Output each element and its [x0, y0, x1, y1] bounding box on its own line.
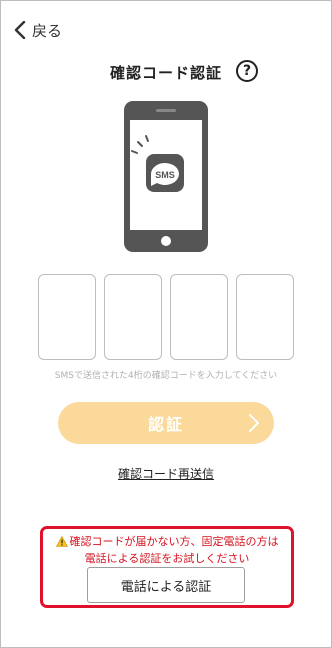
- notice-message: 確認コードが届かない方、固定電話の方は 電話による認証をお試しください: [43, 534, 291, 566]
- page-title: 確認コード認証: [109, 64, 222, 82]
- help-icon[interactable]: ?: [236, 60, 258, 82]
- notice-line-2: 電話による認証をお試しください: [84, 552, 250, 565]
- phone-illustration: SMS: [122, 100, 210, 258]
- back-label: 戻る: [32, 21, 63, 40]
- verify-label: 認証: [147, 415, 184, 434]
- back-button[interactable]: 戻る: [14, 18, 62, 42]
- phone-verification-notice: 確認コードが届かない方、固定電話の方は 電話による認証をお試しください 電話によ…: [40, 526, 294, 608]
- sms-bubble-icon: SMS: [146, 154, 184, 192]
- verify-button[interactable]: 認証: [58, 402, 274, 444]
- phone-verification-button[interactable]: 電話による認証: [87, 567, 245, 603]
- warning-icon: [55, 535, 68, 551]
- notice-line-1: 確認コードが届かない方、固定電話の方は: [69, 535, 279, 548]
- code-hint: SMSで送信された4桁の確認コードを入力してください: [54, 371, 278, 381]
- code-digit-2[interactable]: [104, 274, 162, 360]
- resend-code-link[interactable]: 確認コード再送信: [118, 467, 214, 481]
- sms-badge-text: SMS: [155, 170, 175, 180]
- code-digit-3[interactable]: [170, 274, 228, 360]
- chevron-left-icon: [14, 21, 26, 39]
- code-input-group: [38, 274, 294, 360]
- chevron-right-icon: [248, 413, 260, 437]
- code-digit-4[interactable]: [236, 274, 294, 360]
- code-digit-1[interactable]: [38, 274, 96, 360]
